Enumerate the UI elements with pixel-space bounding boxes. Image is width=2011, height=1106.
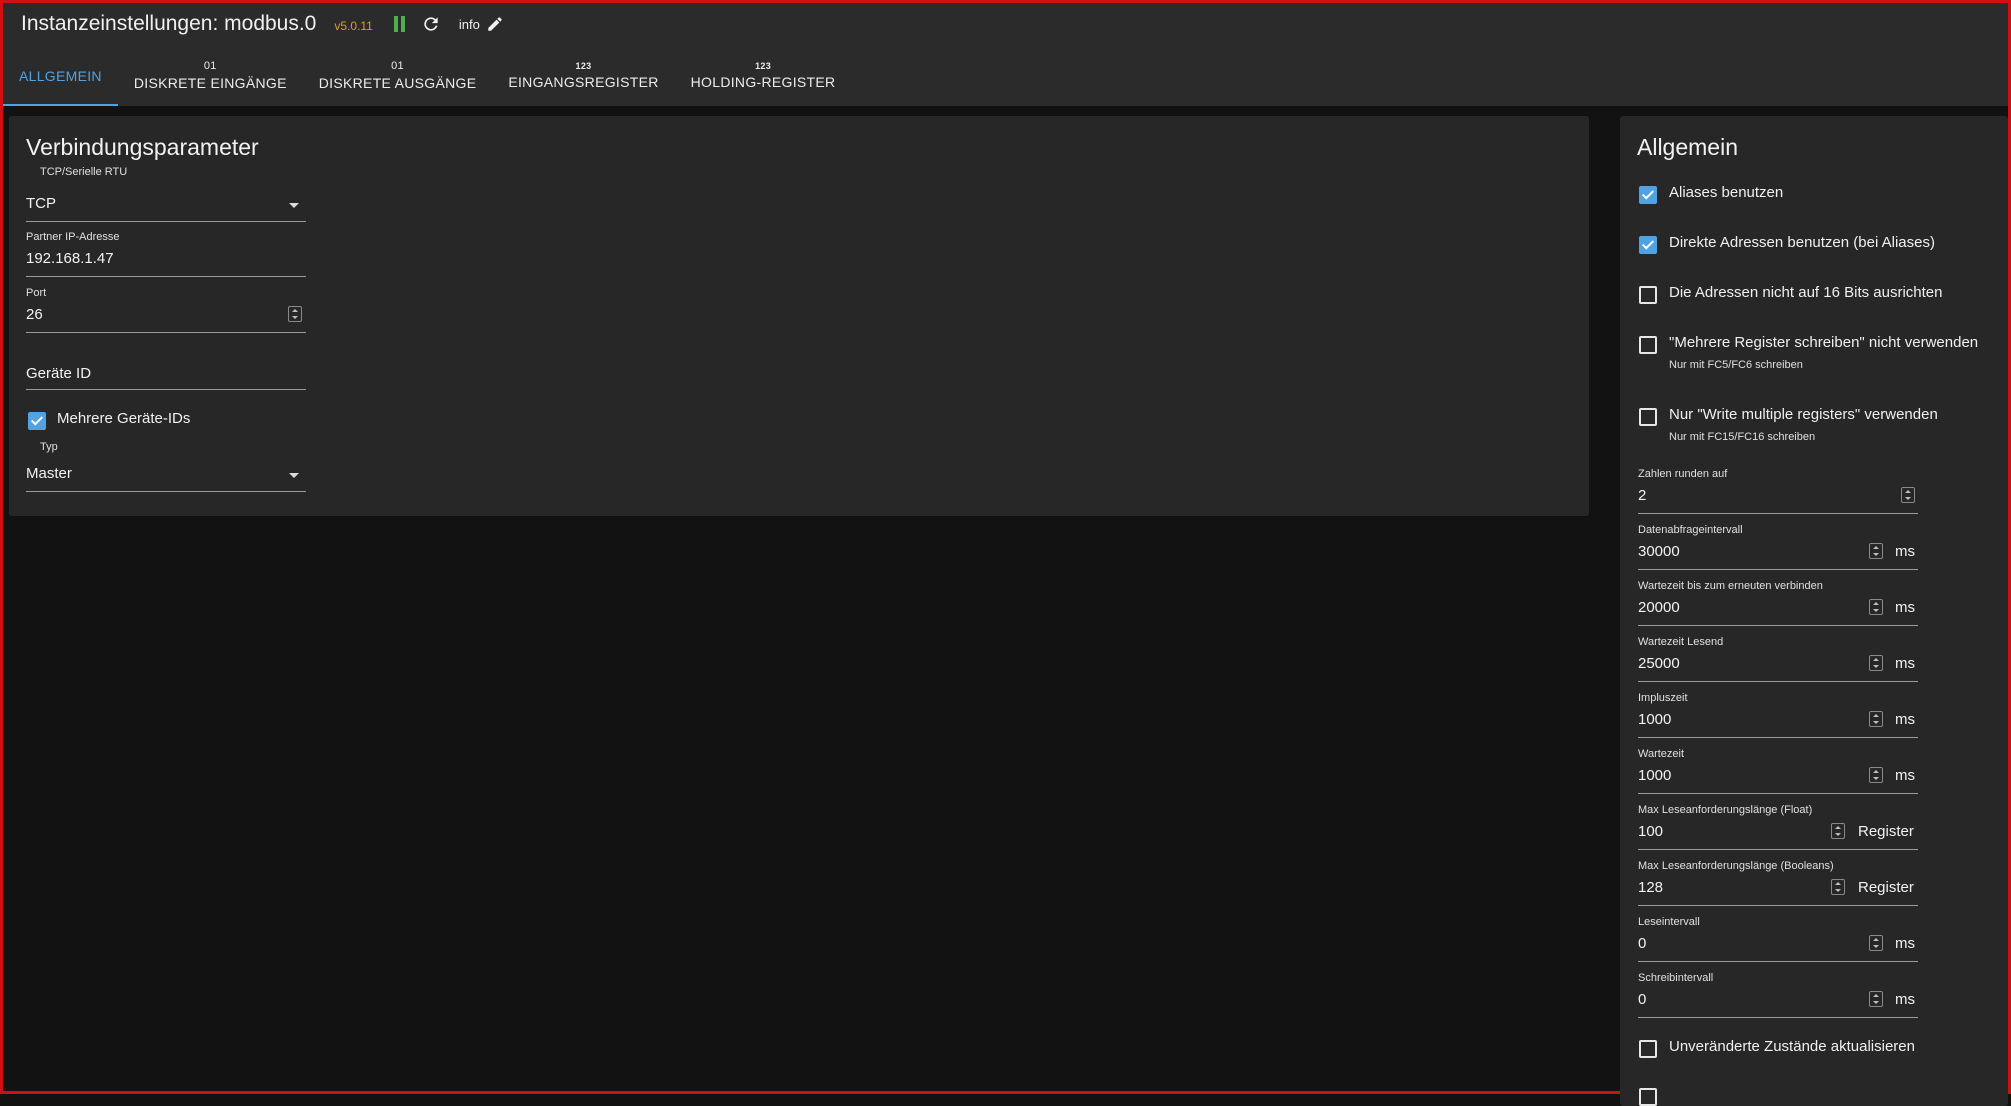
max-bool-unit: Register (1858, 879, 1914, 896)
tab-allgemein[interactable]: ALLGEMEIN (3, 45, 118, 106)
max-float-label: Max Leseanforderungslänge (Float) (1638, 804, 1813, 816)
write-interval-label: Schreibintervall (1638, 972, 1714, 984)
port-label: Port (26, 287, 47, 299)
spinner-icon[interactable] (1869, 599, 1883, 615)
pencil-icon[interactable] (486, 15, 504, 33)
spinner-icon[interactable] (1869, 935, 1883, 951)
page-title: Instanzeinstellungen: modbus.0 (21, 12, 317, 35)
only-multi-write-hint: Nur mit FC15/FC16 schreiben (1669, 431, 1816, 443)
spinner-icon[interactable] (1869, 655, 1883, 671)
read-interval-value: 0 (1638, 935, 1647, 952)
ip-label: Partner IP-Adresse (26, 231, 120, 243)
connection-title: Verbindungsparameter (26, 134, 259, 160)
mode-value: TCP (26, 195, 56, 212)
pause-icon[interactable] (393, 16, 407, 32)
write-interval-unit: ms (1895, 991, 1915, 1008)
write-interval-value: 0 (1638, 991, 1647, 1008)
no-align-label: Die Adressen nicht auf 16 Bits ausrichte… (1669, 284, 1943, 301)
spinner-icon[interactable] (1869, 711, 1883, 727)
only-multi-write-checkbox[interactable] (1639, 408, 1657, 426)
wait-time-label: Wartezeit (1638, 748, 1685, 760)
spinner-icon[interactable] (1831, 879, 1845, 895)
caret-down-icon (289, 473, 299, 478)
direct-addresses-label: Direkte Adressen benutzen (bei Aliases) (1669, 234, 1935, 251)
version-badge: v5.0.11 (334, 18, 373, 33)
tab-label: DISKRETE EINGÄNGE (133, 75, 287, 91)
poll-interval-value: 30000 (1638, 543, 1680, 560)
pulse-time-value: 1000 (1638, 711, 1672, 728)
read-timeout-label: Wartezeit Lesend (1638, 636, 1724, 648)
no-multi-write-hint: Nur mit FC5/FC6 schreiben (1669, 359, 1803, 371)
reconnect-value: 20000 (1638, 599, 1680, 616)
spinner-icon[interactable] (1831, 823, 1845, 839)
spinner-icon[interactable] (1869, 991, 1883, 1007)
port-value: 26 (26, 306, 43, 323)
pulse-time-label: Impluszeit (1638, 692, 1688, 704)
tab-icon-123: 123 (575, 61, 592, 71)
aliases-checkbox[interactable] (1639, 186, 1657, 204)
tab-label: ALLGEMEIN (19, 67, 102, 84)
wait-time-value: 1000 (1638, 767, 1672, 784)
update-unchanged-label: Unveränderte Zustände aktualisieren (1669, 1038, 1915, 1055)
read-timeout-value: 25000 (1638, 655, 1680, 672)
type-label: Typ (40, 441, 58, 453)
caret-down-icon (289, 203, 299, 208)
no-multi-write-checkbox[interactable] (1639, 336, 1657, 354)
reconnect-label: Wartezeit bis zum erneuten verbinden (1638, 580, 1823, 592)
tab-bar: ALLGEMEIN 01 DISKRETE EINGÄNGE 01 DISKRE… (3, 45, 2008, 106)
reload-icon[interactable] (421, 14, 441, 34)
tab-icon-01: 01 (391, 60, 404, 72)
spinner-icon[interactable] (1869, 543, 1883, 559)
tab-icon-123: 123 (755, 61, 772, 71)
spinner-icon[interactable] (1869, 767, 1883, 783)
ip-value: 192.168.1.47 (26, 250, 114, 267)
spinner-icon[interactable] (1901, 487, 1915, 503)
poll-interval-unit: ms (1895, 543, 1915, 560)
multi-ids-label: Mehrere Geräte-IDs (57, 410, 191, 427)
general-panel: Allgemein Aliases benutzen Direkte Adres… (1620, 116, 2008, 1106)
spinner-icon[interactable] (288, 306, 302, 322)
partial-checkbox[interactable] (1639, 1088, 1657, 1106)
no-multi-write-label: "Mehrere Register schreiben" nicht verwe… (1669, 334, 1979, 351)
pulse-time-unit: ms (1895, 711, 1915, 728)
read-timeout-unit: ms (1895, 655, 1915, 672)
type-value: Master (26, 465, 72, 482)
info-link[interactable]: info (459, 17, 480, 32)
max-float-unit: Register (1858, 823, 1914, 840)
device-id-placeholder: Geräte ID (26, 365, 92, 382)
connection-panel: Verbindungsparameter TCP/Serielle RTU TC… (9, 116, 1589, 516)
tab-label: DISKRETE AUSGÄNGE (318, 75, 477, 91)
only-multi-write-label: Nur "Write multiple registers" verwenden (1669, 406, 1938, 423)
poll-interval-label: Datenabfrageintervall (1638, 524, 1743, 536)
read-interval-label: Leseintervall (1638, 916, 1700, 928)
no-align-checkbox[interactable] (1639, 286, 1657, 304)
round-label: Zahlen runden auf (1638, 468, 1728, 480)
read-interval-unit: ms (1895, 935, 1915, 952)
tab-icon-01: 01 (203, 60, 217, 72)
direct-addresses-checkbox[interactable] (1639, 236, 1657, 254)
tab-eingangsregister[interactable]: 123 EINGANGSREGISTER (492, 45, 674, 106)
round-value: 2 (1638, 487, 1647, 504)
tab-label: EINGANGSREGISTER (508, 74, 659, 90)
tab-diskrete-eingaenge[interactable]: 01 DISKRETE EINGÄNGE (118, 45, 303, 106)
tab-label: HOLDING-REGISTER (690, 74, 836, 90)
mode-label: TCP/Serielle RTU (40, 166, 128, 178)
max-bool-value: 128 (1638, 879, 1664, 896)
max-bool-label: Max Leseanforderungslänge (Booleans) (1638, 860, 1834, 872)
reconnect-unit: ms (1895, 599, 1915, 616)
max-float-value: 100 (1638, 823, 1664, 840)
multi-ids-checkbox[interactable] (28, 412, 46, 430)
wait-time-unit: ms (1895, 767, 1915, 784)
title-bar: Instanzeinstellungen: modbus.0 v5.0.11 i… (3, 3, 2008, 45)
tab-diskrete-ausgaenge[interactable]: 01 DISKRETE AUSGÄNGE (303, 45, 493, 106)
tab-holding-register[interactable]: 123 HOLDING-REGISTER (675, 45, 852, 106)
update-unchanged-checkbox[interactable] (1639, 1040, 1657, 1058)
general-title: Allgemein (1637, 134, 1738, 160)
aliases-label: Aliases benutzen (1669, 184, 1784, 201)
